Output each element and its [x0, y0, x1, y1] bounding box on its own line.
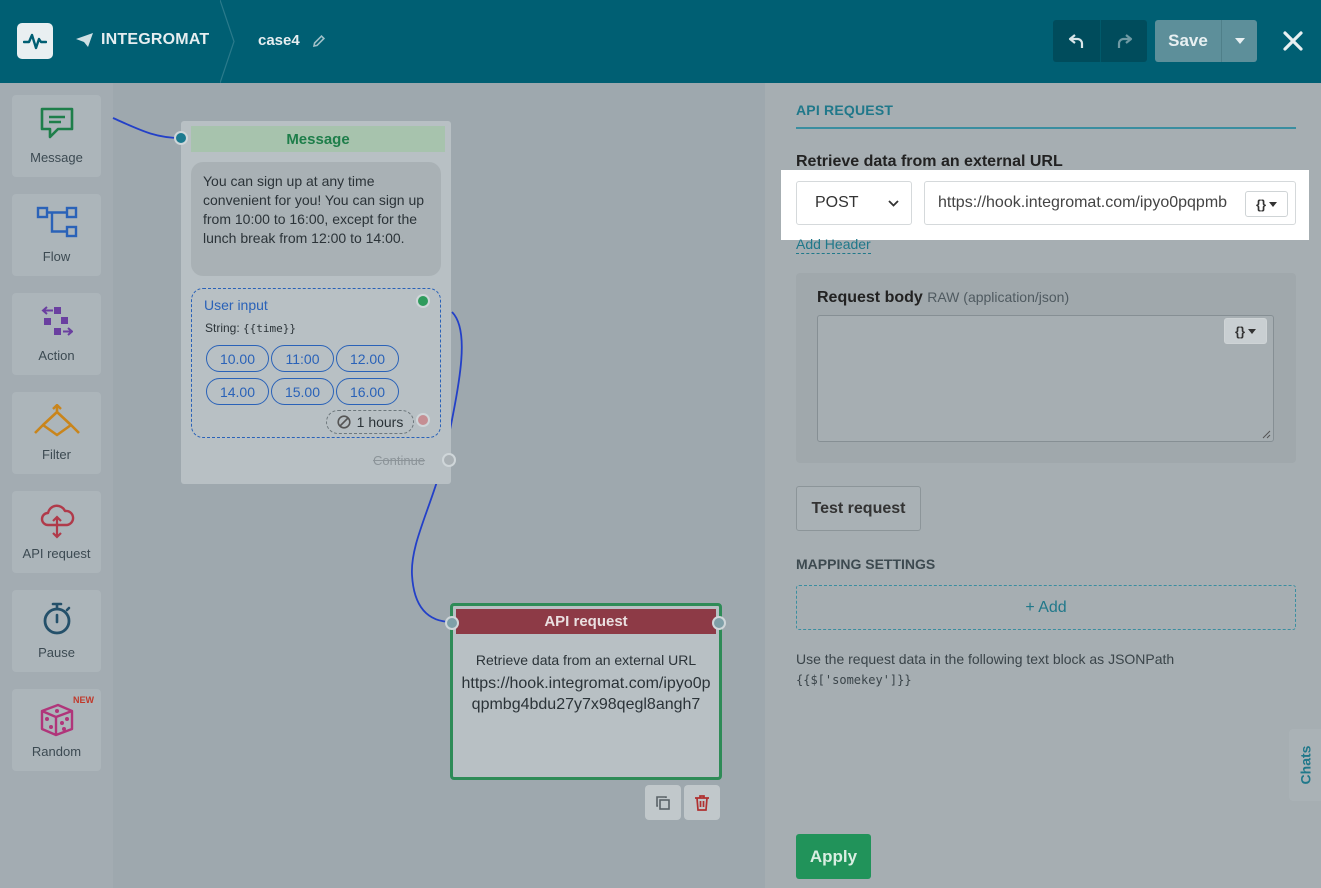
braces-icon: {} — [1234, 323, 1246, 339]
api-node-url: https://hook.integromat.com/ipyo0pqpmbg4… — [461, 675, 711, 713]
scenario-name[interactable]: case4 — [258, 32, 326, 49]
api-node-title: API request — [456, 609, 716, 634]
http-method-value: POST — [815, 194, 859, 211]
caret-down-icon — [1269, 201, 1278, 207]
body-function-button[interactable]: {} — [1224, 318, 1267, 344]
option-chip[interactable]: 14.00 — [206, 378, 269, 405]
scenario-name-label: case4 — [258, 32, 300, 49]
save-group: Save — [1155, 20, 1257, 62]
user-input-block[interactable]: User input String: {{time}} 10.00 11:00 … — [191, 288, 441, 438]
palette-item-flow[interactable]: Flow — [12, 194, 101, 276]
user-input-type: String: {{time}} — [205, 321, 297, 335]
palette-label: Action — [38, 348, 75, 363]
palette-item-filter[interactable]: Filter — [12, 392, 101, 474]
palette-label: Random — [31, 744, 82, 759]
url-input[interactable]: https://hook.integromat.com/ipyo0pqpmb {… — [924, 181, 1296, 225]
palette-label: Pause — [38, 645, 75, 660]
test-request-button[interactable]: Test request — [796, 486, 921, 531]
continue-output-port[interactable] — [442, 453, 456, 467]
trash-icon — [695, 795, 709, 811]
module-palette: Message Flow Action Filter API request P… — [0, 83, 113, 888]
caret-down-icon — [1248, 328, 1257, 334]
request-body-textarea[interactable]: {} — [817, 315, 1274, 442]
section-divider — [796, 127, 1296, 129]
action-icon — [40, 306, 73, 336]
palette-item-message[interactable]: Message — [12, 95, 101, 177]
message-icon — [40, 107, 73, 139]
undo-button[interactable] — [1053, 20, 1100, 62]
continue-label: Continue — [373, 453, 426, 468]
save-button[interactable]: Save — [1155, 20, 1221, 62]
braces-icon: {} — [1255, 196, 1267, 212]
palette-item-api-request[interactable]: API request — [12, 491, 101, 573]
palette-label: Filter — [42, 447, 71, 462]
option-chip[interactable]: 15.00 — [271, 378, 334, 405]
section-title: API REQUEST — [796, 102, 894, 118]
pencil-icon[interactable] — [312, 34, 326, 48]
close-button[interactable] — [1278, 24, 1308, 58]
brand-link[interactable]: INTEGROMAT — [76, 31, 209, 49]
message-node[interactable]: Message You can sign up at any time conv… — [174, 121, 456, 484]
palette-label: Message — [30, 150, 83, 165]
option-chip[interactable]: 11:00 — [271, 345, 334, 372]
url-input-value: https://hook.integromat.com/ipyo0pqpmb — [938, 194, 1228, 211]
user-input-title: User input — [204, 297, 268, 313]
add-header-link[interactable]: Add Header — [796, 236, 871, 254]
flow-icon — [36, 206, 77, 238]
delete-node-button[interactable] — [684, 785, 720, 820]
api-input-port[interactable] — [445, 616, 459, 630]
timeout-output-port[interactable] — [416, 413, 430, 427]
filter-icon — [33, 404, 80, 437]
close-icon — [1283, 31, 1303, 51]
history-controls — [1053, 20, 1147, 62]
api-node-description: Retrieve data from an external URL — [475, 652, 697, 668]
top-bar: INTEGROMAT case4 Save — [0, 0, 1321, 83]
palette-label: Flow — [42, 249, 71, 264]
message-text: You can sign up at any time convenient f… — [191, 162, 441, 276]
option-chip[interactable]: 10.00 — [206, 345, 269, 372]
save-dropdown-button[interactable] — [1221, 20, 1257, 62]
timeout-badge[interactable]: 1 hours — [326, 410, 414, 434]
brand-name: INTEGROMAT — [101, 31, 210, 48]
redo-icon — [1117, 34, 1133, 48]
resize-handle-icon[interactable] — [1262, 430, 1271, 439]
message-input-port[interactable] — [174, 131, 188, 145]
redo-button[interactable] — [1100, 20, 1147, 62]
api-request-node[interactable]: API request Retrieve data from an extern… — [445, 603, 726, 780]
palette-item-action[interactable]: Action — [12, 293, 101, 375]
copy-icon — [656, 795, 670, 810]
cloud-icon — [40, 504, 74, 539]
request-body-section: Request body RAW (application/json) {} — [796, 273, 1296, 463]
palette-item-pause[interactable]: Pause — [12, 590, 101, 672]
message-node-title: Message — [191, 126, 445, 152]
ban-icon — [337, 415, 351, 429]
option-chip[interactable]: 12.00 — [336, 345, 399, 372]
url-function-button[interactable]: {} — [1245, 191, 1288, 217]
jsonpath-hint: Use the request data in the following te… — [796, 651, 1175, 687]
caret-down-icon — [1234, 38, 1245, 44]
mapping-settings-title: MAPPING SETTINGS — [796, 556, 936, 572]
user-input-output-port[interactable] — [416, 294, 430, 308]
breadcrumb-separator — [220, 0, 235, 83]
stopwatch-icon — [43, 602, 70, 635]
chevron-down-icon — [888, 199, 899, 207]
app-logo-icon[interactable] — [17, 23, 53, 59]
copy-node-button[interactable] — [645, 785, 681, 820]
request-body-label: Request body RAW (application/json) — [817, 289, 1070, 306]
http-method-select[interactable]: POST — [796, 181, 912, 225]
retrieve-label: Retrieve data from an external URL — [796, 153, 1063, 170]
add-mapping-button[interactable]: + Add — [796, 585, 1296, 630]
palette-item-random[interactable]: NEW Random — [12, 689, 101, 771]
chats-tab[interactable]: Chats — [1289, 729, 1321, 801]
apply-button[interactable]: Apply — [796, 834, 871, 879]
timeout-label: 1 hours — [356, 414, 404, 430]
chats-label: Chats — [1297, 745, 1313, 785]
api-output-port[interactable] — [712, 616, 726, 630]
undo-icon — [1068, 34, 1083, 48]
dice-icon — [40, 703, 73, 737]
palette-label: API request — [22, 546, 91, 561]
paper-plane-icon — [76, 33, 93, 47]
option-chip[interactable]: 16.00 — [336, 378, 399, 405]
